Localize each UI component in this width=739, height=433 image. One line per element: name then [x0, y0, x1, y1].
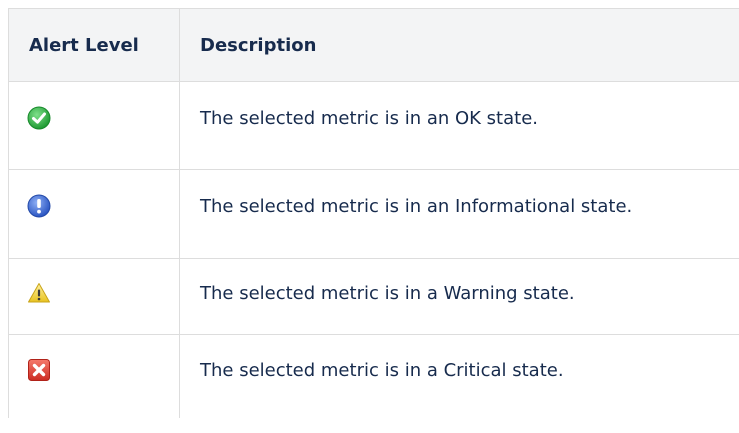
critical-x-icon [28, 359, 50, 381]
alert-level-header: Alert Level [8, 8, 180, 82]
description-cell: The selected metric is in a Warning stat… [179, 258, 739, 335]
description-text: The selected metric is in a Warning stat… [200, 283, 575, 304]
table-row: The selected metric is in an Information… [8, 169, 739, 259]
alert-level-table: Alert Level Description The selected met… [8, 8, 739, 418]
table-row: The selected metric is in a Critical sta… [8, 334, 739, 418]
alert-level-cell [8, 81, 180, 170]
description-cell: The selected metric is in a Critical sta… [179, 334, 739, 418]
description-text: The selected metric is in an OK state. [200, 108, 538, 129]
description-text: The selected metric is in an Information… [200, 196, 633, 217]
description-cell: The selected metric is in an Information… [179, 169, 739, 259]
table-row: The selected metric is in an OK state. [8, 81, 739, 170]
alert-level-cell [8, 169, 180, 259]
warning-triangle-icon [28, 283, 50, 303]
alert-level-cell [8, 258, 180, 335]
description-header: Description [179, 8, 739, 82]
description-text: The selected metric is in a Critical sta… [200, 360, 564, 381]
description-cell: The selected metric is in an OK state. [179, 81, 739, 170]
informational-exclamation-icon [27, 194, 51, 218]
alert-level-cell [8, 334, 180, 418]
table-header-row: Alert Level Description [8, 8, 739, 82]
ok-checkmark-icon [27, 106, 51, 130]
table-row: The selected metric is in a Warning stat… [8, 258, 739, 335]
